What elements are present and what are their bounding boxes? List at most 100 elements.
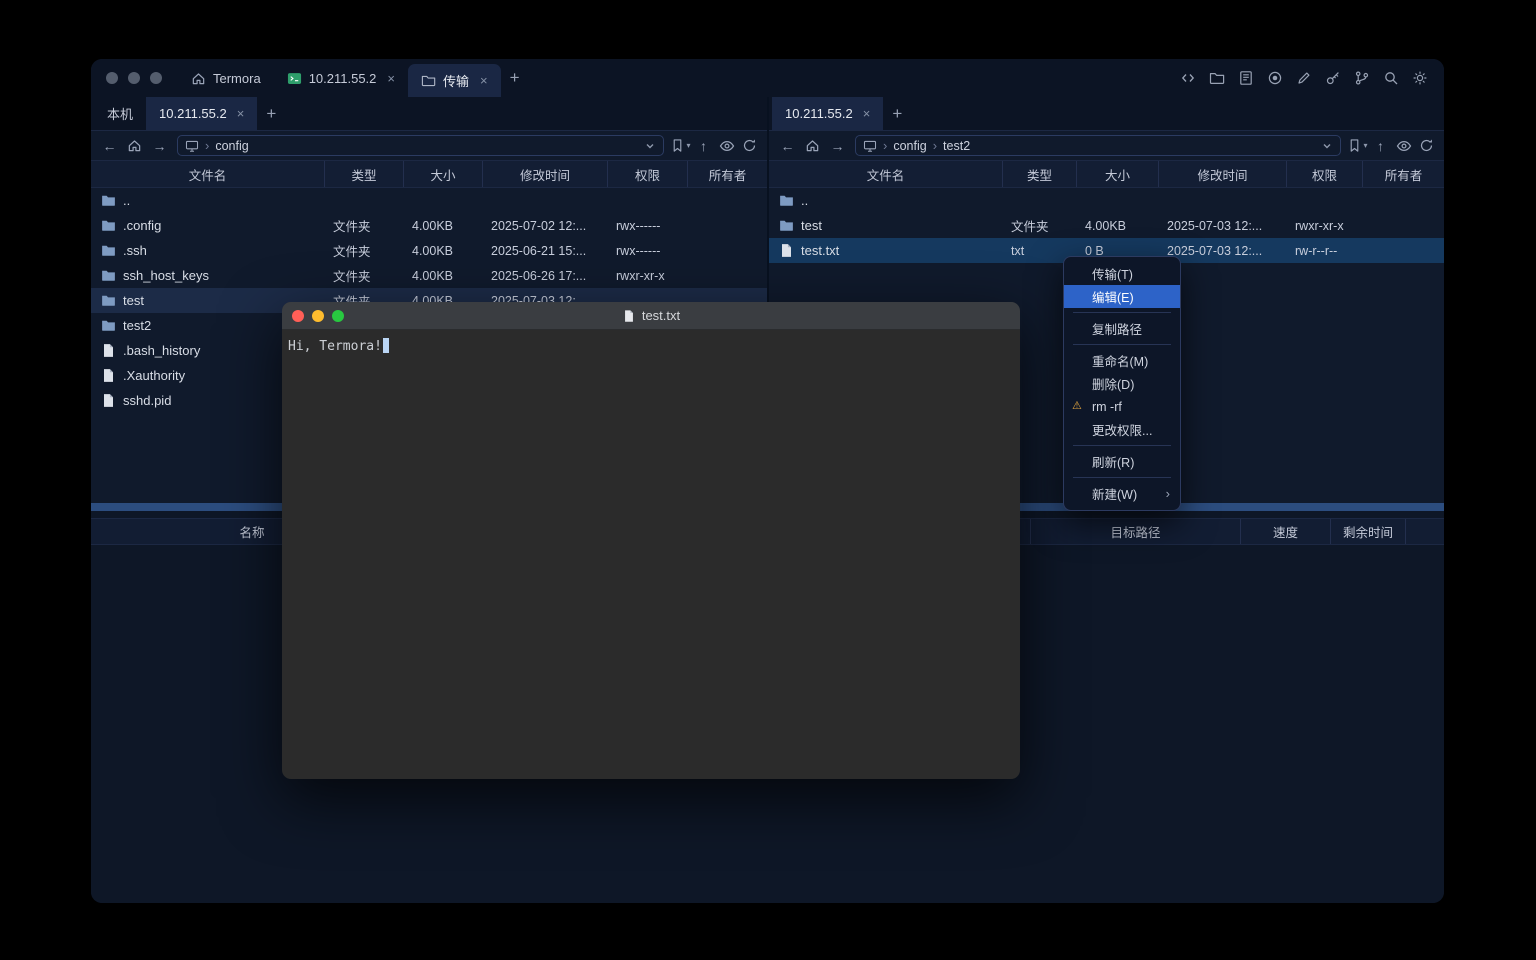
tab-label: 本机 [107, 104, 133, 123]
settings-icon[interactable] [1411, 69, 1429, 87]
column-header-remaining-time[interactable]: 剩余时间 [1331, 519, 1406, 544]
file-row[interactable]: ssh_host_keys 文件夹 4.00KB 2025-06-26 17:.… [91, 263, 767, 288]
column-header-type[interactable]: 类型 [325, 161, 404, 187]
warning-icon: ⚠ [1072, 401, 1082, 412]
home-button[interactable] [122, 134, 147, 158]
new-tab-button[interactable]: + [257, 97, 285, 130]
bookmark-button[interactable]: ▾ [669, 134, 692, 158]
key-icon[interactable] [1324, 69, 1342, 87]
column-header-mtime[interactable]: 修改时间 [483, 161, 608, 187]
path-bar[interactable]: › config › test2 [855, 135, 1341, 156]
menu-item-rm-rf[interactable]: ⚠rm -rf [1064, 395, 1180, 418]
traffic-lights [91, 59, 178, 97]
path-segment[interactable]: test2 [943, 139, 970, 153]
column-header-size[interactable]: 大小 [1077, 161, 1159, 187]
branch-icon[interactable] [1353, 69, 1371, 87]
refresh-button[interactable] [738, 134, 761, 158]
editor-content[interactable]: Hi, Termora! [282, 330, 1020, 362]
column-header-perm[interactable]: 权限 [608, 161, 688, 187]
forward-button[interactable]: → [147, 134, 172, 158]
path-segment[interactable]: config [215, 139, 248, 153]
menu-item-copy-path[interactable]: 复制路径 [1064, 317, 1180, 340]
path-bar[interactable]: › config [177, 135, 664, 156]
new-tab-button[interactable]: + [501, 59, 529, 97]
chevron-down-icon[interactable] [1321, 140, 1333, 152]
upload-button[interactable]: ↑ [1369, 134, 1392, 158]
bookmark-button[interactable]: ▾ [1346, 134, 1369, 158]
file-row[interactable]: .ssh 文件夹 4.00KB 2025-06-21 15:... rwx---… [91, 238, 767, 263]
menu-item-refresh[interactable]: 刷新(R) [1064, 450, 1180, 473]
close-tab-icon[interactable]: × [480, 74, 488, 87]
tab-local[interactable]: 本机 [94, 97, 146, 130]
menu-separator [1073, 344, 1171, 345]
notebook-icon[interactable] [1237, 69, 1255, 87]
folder-icon [101, 193, 116, 208]
show-hidden-button[interactable] [715, 134, 738, 158]
file-type: 文件夹 [325, 241, 404, 260]
record-icon[interactable] [1266, 69, 1284, 87]
minimize-window-button[interactable] [128, 72, 140, 84]
column-header-size[interactable]: 大小 [404, 161, 483, 187]
folder-icon [101, 218, 116, 233]
column-header-owner[interactable]: 所有者 [688, 161, 767, 187]
home-button[interactable] [800, 134, 825, 158]
search-icon[interactable] [1382, 69, 1400, 87]
back-button[interactable]: ← [97, 134, 122, 158]
column-header-type[interactable]: 类型 [1003, 161, 1077, 187]
chevron-down-icon[interactable] [644, 140, 656, 152]
dropdown-caret-icon: ▾ [1363, 141, 1367, 150]
column-header-target-path[interactable]: 目标路径 [1031, 519, 1241, 544]
close-tab-icon[interactable]: × [237, 107, 245, 120]
close-tab-icon[interactable]: × [387, 72, 395, 85]
tab-label: 传输 [443, 71, 469, 90]
path-segment[interactable]: config [893, 139, 926, 153]
editor-minimize-button[interactable] [312, 310, 324, 322]
menu-item-delete[interactable]: 删除(D) [1064, 372, 1180, 395]
tab-label: 10.211.55.2 [785, 106, 853, 121]
menu-item-edit[interactable]: 编辑(E) [1064, 285, 1180, 308]
pencil-icon[interactable] [1295, 69, 1313, 87]
tab-transfer[interactable]: 传输 × [408, 64, 501, 97]
zoom-window-button[interactable] [150, 72, 162, 84]
column-header-filename[interactable]: 文件名 [769, 161, 1003, 187]
file-row[interactable]: .. [769, 188, 1444, 213]
show-hidden-button[interactable] [1392, 134, 1415, 158]
close-tab-icon[interactable]: × [863, 107, 871, 120]
new-tab-button[interactable]: + [883, 97, 911, 130]
menu-item-chmod[interactable]: 更改权限... [1064, 418, 1180, 441]
file-row[interactable]: .. [91, 188, 767, 213]
column-header-mtime[interactable]: 修改时间 [1159, 161, 1287, 187]
submenu-arrow-icon: › [1166, 486, 1170, 501]
column-header-owner[interactable]: 所有者 [1363, 161, 1444, 187]
dropdown-caret-icon: ▾ [686, 141, 690, 150]
upload-button[interactable]: ↑ [692, 134, 715, 158]
file-row[interactable]: .config 文件夹 4.00KB 2025-07-02 12:... rwx… [91, 213, 767, 238]
refresh-button[interactable] [1415, 134, 1438, 158]
tab-ssh-session[interactable]: 10.211.55.2 × [274, 59, 408, 97]
computer-icon [185, 139, 199, 153]
column-header-perm[interactable]: 权限 [1287, 161, 1363, 187]
back-button[interactable]: ← [775, 134, 800, 158]
close-window-button[interactable] [106, 72, 118, 84]
tab-remote-host[interactable]: 10.211.55.2 × [772, 97, 883, 130]
column-header-filename[interactable]: 文件名 [91, 161, 325, 187]
file-row[interactable]: test 文件夹 4.00KB 2025-07-03 12:... rwxr-x… [769, 213, 1444, 238]
home-icon [191, 71, 206, 86]
code-icon[interactable] [1179, 69, 1197, 87]
tab-remote-host[interactable]: 10.211.55.2 × [146, 97, 257, 130]
file-name: test [801, 218, 822, 233]
menu-item-transfer[interactable]: 传输(T) [1064, 262, 1180, 285]
editor-titlebar[interactable]: test.txt [282, 302, 1020, 330]
folder-icon[interactable] [1208, 69, 1226, 87]
editor-zoom-button[interactable] [332, 310, 344, 322]
column-header-speed[interactable]: 速度 [1241, 519, 1331, 544]
file-size: 4.00KB [404, 244, 483, 258]
left-panel-tab-bar: 本机 10.211.55.2 × + [91, 97, 767, 131]
titlebar-actions [1179, 59, 1444, 97]
tab-termora-home[interactable]: Termora [178, 59, 274, 97]
editor-close-button[interactable] [292, 310, 304, 322]
menu-item-rename[interactable]: 重命名(M) [1064, 349, 1180, 372]
forward-button[interactable]: → [825, 134, 850, 158]
menu-item-new[interactable]: 新建(W)› [1064, 482, 1180, 505]
right-panel-tab-bar: 10.211.55.2 × + [769, 97, 1444, 131]
